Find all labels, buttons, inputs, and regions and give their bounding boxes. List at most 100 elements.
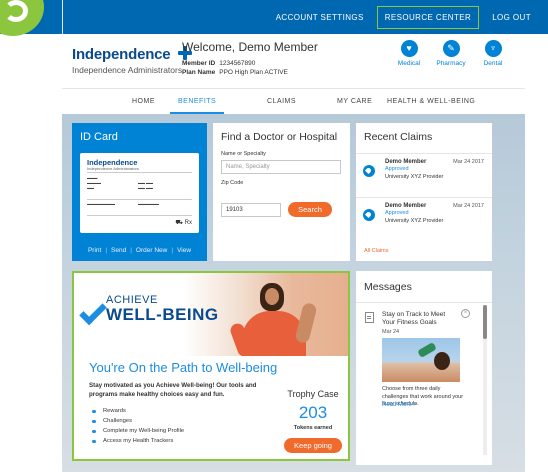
card-field: ▬▬ (87, 186, 94, 190)
recent-claims-title: Recent Claims (364, 131, 433, 143)
messages-scrollbar[interactable] (483, 305, 487, 455)
rx-label: Rx (184, 220, 192, 226)
claim-item[interactable]: Demo Member Approved University XYZ Prov… (356, 197, 492, 238)
logout-link[interactable]: LOG OUT (485, 7, 538, 28)
all-claims-link[interactable]: All Claims (364, 248, 388, 254)
card-field: ▬▬▬▬ (87, 181, 101, 185)
id-card-rx: ⛟ Rx (175, 219, 192, 227)
claim-member: Demo Member (385, 203, 427, 209)
messages-title: Messages (364, 281, 412, 293)
order-new-link[interactable]: Order New (136, 247, 167, 254)
card-field: ▬▬▬▬▬▬▬▬ (87, 202, 115, 206)
member-id-label: Member ID (182, 60, 216, 67)
card-divider (87, 199, 192, 200)
tooth-icon: ♆ (484, 40, 502, 57)
site-header: Independence Independence Administrators… (62, 34, 525, 88)
heart-shield-icon (363, 209, 375, 221)
claim-item[interactable]: Demo Member Approved University XYZ Prov… (356, 153, 492, 194)
plan-name-row: Plan Name PPO High Plan ACTIVE (182, 69, 288, 76)
card-field: ▬▬ ▬▬ (138, 181, 153, 185)
card-divider (87, 172, 192, 173)
card-field: ▬▬▬ (87, 176, 98, 180)
runner-face (265, 288, 279, 305)
welcome-text: Welcome, Demo Member (182, 40, 318, 54)
card-field: ▬▬ ▬▬ (138, 186, 153, 190)
read-more-link[interactable]: Read More > (382, 402, 417, 408)
checkmark-icon (79, 297, 107, 326)
heart-icon: ♥ (400, 40, 418, 57)
send-link[interactable]: Send (111, 247, 126, 254)
rewards-link[interactable]: Rewards (92, 406, 184, 416)
name-specialty-label: Name or Specialty (221, 151, 266, 157)
top-bar: ACCOUNT SETTINGS RESOURCE CENTER LOG OUT (0, 0, 548, 34)
pharmacy-cart-icon: ⛟ (175, 220, 183, 226)
id-card-logo-sub: Independence Administrators (87, 166, 139, 171)
account-settings-link[interactable]: ACCOUNT SETTINGS (269, 7, 371, 28)
nav-my-care[interactable]: MY CARE (337, 89, 372, 114)
card-divider (87, 215, 192, 216)
wellbeing-intro: Stay motivated as you Achieve Well-being… (89, 382, 257, 398)
zip-code-input[interactable]: 19103 (221, 203, 281, 217)
heart-shield-icon (363, 165, 375, 177)
claim-status: Approved (385, 210, 409, 216)
messages-panel: Messages Stay on Track to Meet Your Fitn… (356, 271, 492, 465)
claim-provider: University XYZ Provider (385, 174, 444, 180)
message-date: Mar 24 (382, 329, 400, 335)
resource-center-link[interactable]: RESOURCE CENTER (376, 5, 480, 29)
wellbeing-heading: You're On the Path to Well-being (89, 360, 278, 375)
dental-link[interactable]: ♆ Dental (473, 40, 513, 67)
plan-name-value: PPO High Plan ACTIVE (219, 69, 288, 76)
id-card-actions: Print | Send | Order New | View (87, 247, 192, 254)
logo-name[interactable]: Independence (72, 46, 171, 63)
find-doctor-panel: Find a Doctor or Hospital Name or Specia… (213, 123, 350, 261)
id-card-title: ID Card (80, 131, 118, 143)
search-button[interactable]: Search (288, 202, 332, 217)
nav-benefits[interactable]: BENEFITS (170, 89, 225, 114)
name-specialty-input[interactable]: Name, Specialty (221, 160, 341, 174)
wellbeing-hero[interactable]: ACHIEVE WELL-BEING (74, 273, 348, 356)
print-link[interactable]: Print (88, 247, 101, 254)
find-doctor-title: Find a Doctor or Hospital (221, 131, 338, 143)
id-card-image[interactable]: Independence Independence Administrators… (80, 153, 199, 233)
card-field: ▬▬▬▬▬▬ (138, 202, 159, 206)
tokens-count: 203 (298, 403, 328, 422)
dental-label: Dental (483, 60, 503, 67)
pill-icon: ✎ (442, 40, 460, 57)
close-icon[interactable]: × (461, 309, 470, 318)
claim-provider: University XYZ Provider (385, 218, 444, 224)
health-trackers-link[interactable]: Access my Health Trackers (92, 436, 184, 446)
scrollbar-thumb[interactable] (483, 305, 487, 339)
message-image (382, 338, 460, 382)
recent-claims-panel: Recent Claims Demo Member Approved Unive… (356, 123, 492, 261)
wellbeing-profile-link[interactable]: Complete my Well-being Profile (92, 426, 184, 436)
wellbeing-panel: ACHIEVE WELL-BEING You're On the Path to… (72, 271, 350, 461)
trophy-case-title: Trophy Case (287, 389, 339, 399)
nav-home[interactable]: HOME (132, 89, 155, 114)
nav-health-well-being[interactable]: HEALTH & WELL-BEING (387, 89, 475, 114)
main-nav: HOME BENEFITS CLAIMS MY CARE HEALTH & WE… (62, 88, 525, 114)
member-id-value: 1234567890 (219, 60, 256, 67)
medical-label: Medical (397, 60, 421, 67)
plan-name-label: Plan Name (182, 69, 216, 76)
claim-status: Approved (385, 166, 409, 172)
logo-subtitle: Independence Administrators (72, 65, 183, 75)
dashboard: ID Card Independence Independence Admini… (62, 114, 525, 472)
member-id-row: Member ID 1234567890 (182, 60, 255, 67)
nav-claims[interactable]: CLAIMS (267, 89, 296, 114)
medical-link[interactable]: ♥ Medical (389, 40, 429, 67)
claim-date: Mar 24 2017 (453, 203, 484, 209)
keep-going-button[interactable]: Keep going (284, 438, 342, 453)
id-card-panel: ID Card Independence Independence Admini… (72, 123, 207, 261)
document-icon (365, 312, 374, 323)
pharmacy-link[interactable]: ✎ Pharmacy (431, 40, 471, 67)
pharmacy-label: Pharmacy (436, 60, 466, 67)
view-link[interactable]: View (177, 247, 191, 254)
messages-divider (356, 302, 492, 303)
claim-member: Demo Member (385, 159, 427, 165)
claim-date: Mar 24 2017 (453, 159, 484, 165)
runner-arm (294, 301, 318, 345)
message-headline[interactable]: Stay on Track to Meet Your Fitness Goals (382, 311, 458, 327)
challenges-link[interactable]: Challenges (92, 416, 184, 426)
wellbeing-list: Rewards Challenges Complete my Well-bein… (92, 406, 184, 446)
tokens-label: Tokens earned (293, 425, 333, 431)
